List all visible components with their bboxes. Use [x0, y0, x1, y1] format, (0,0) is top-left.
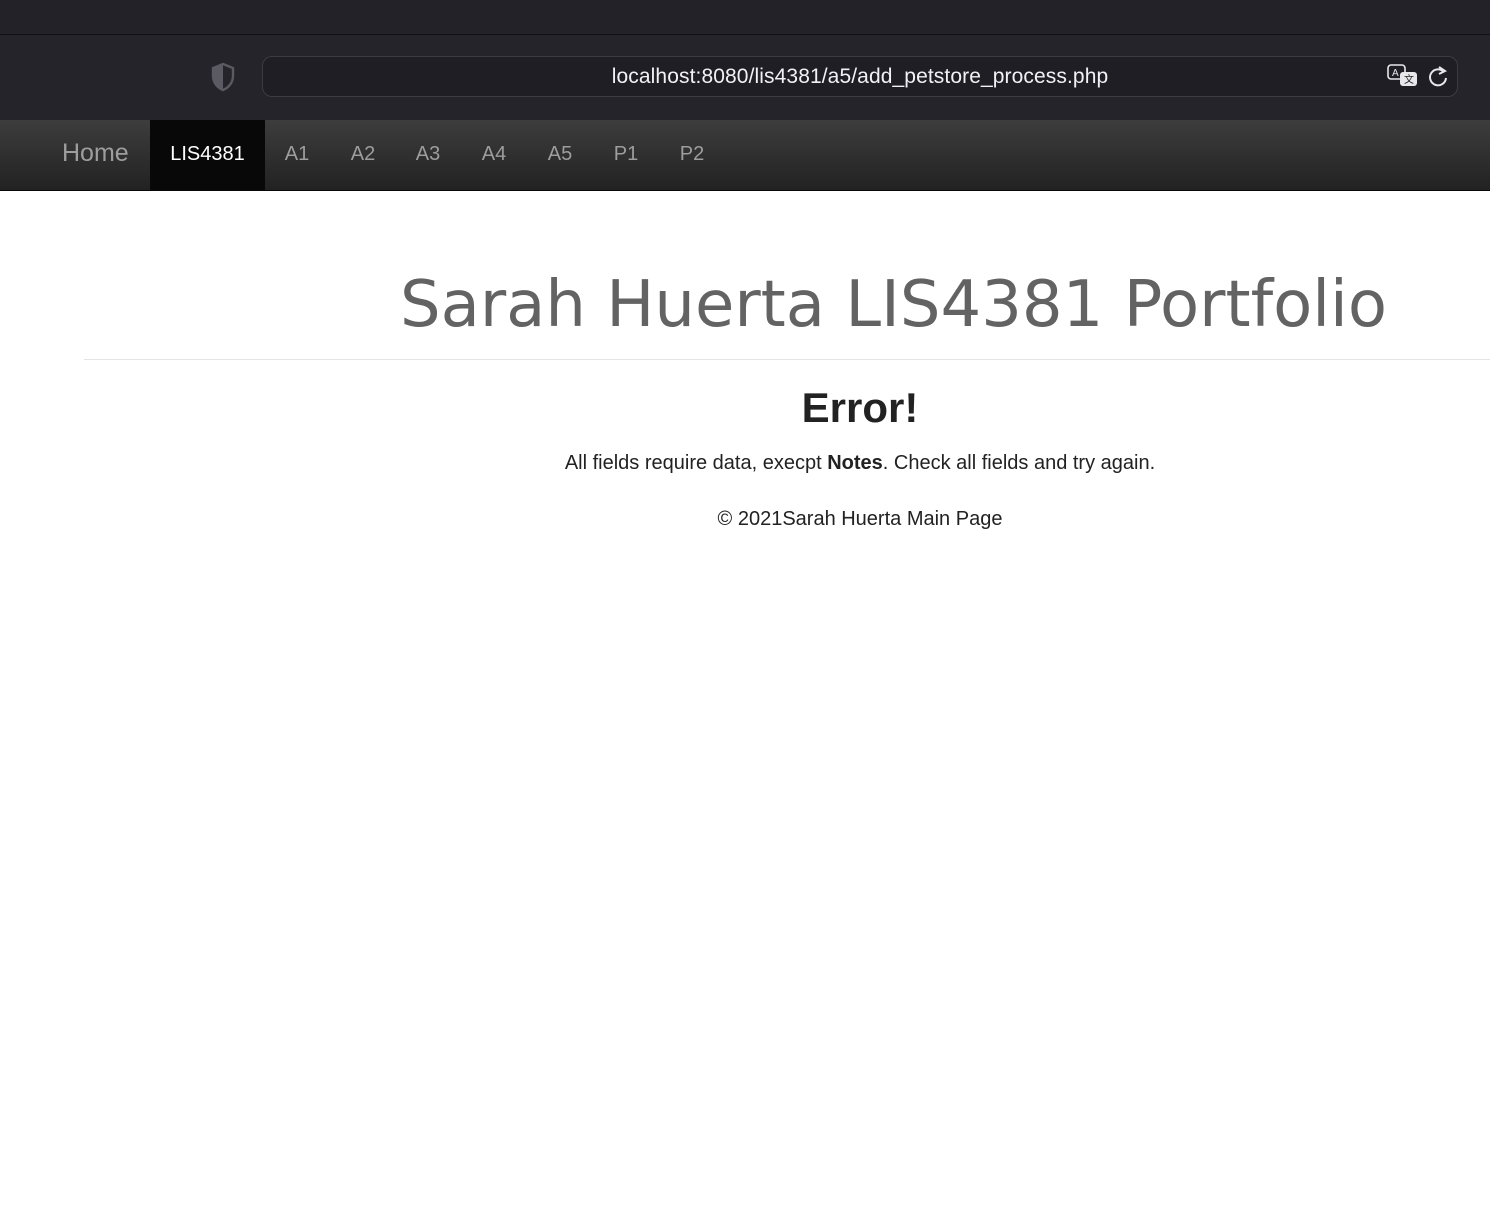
nav-item-p1[interactable]: P1	[599, 120, 653, 190]
svg-text:A: A	[1392, 68, 1399, 79]
svg-text:文: 文	[1404, 73, 1414, 86]
site-navbar: Home LIS4381 A1 A2 A3 A4 A5 P1 P2	[0, 120, 1490, 191]
error-message: All fields require data, execpt Notes. C…	[0, 452, 1490, 475]
nav-item-a2[interactable]: A2	[336, 120, 390, 190]
shield-icon[interactable]	[210, 62, 236, 92]
nav-item-lis4381[interactable]: LIS4381	[150, 120, 265, 190]
nav-item-p2[interactable]: P2	[665, 120, 719, 190]
nav-item-a5[interactable]: A5	[533, 120, 587, 190]
footer-copyright: © 2021Sarah Huerta Main Page	[717, 508, 1003, 530]
divider	[84, 359, 1490, 360]
nav-item-a1[interactable]: A1	[270, 120, 324, 190]
nav-brand-home[interactable]: Home	[62, 139, 129, 168]
error-message-suffix: . Check all fields and try again.	[882, 452, 1156, 474]
reload-icon[interactable]	[1427, 64, 1449, 88]
error-heading: Error!	[801, 384, 919, 431]
error-message-prefix: All fields require data, execpt	[564, 452, 828, 474]
window-titlebar	[0, 0, 1490, 35]
address-bar[interactable]: localhost:8080/lis4381/a5/add_petstore_p…	[262, 56, 1458, 97]
error-message-notes: Notes	[827, 452, 883, 474]
nav-item-a4[interactable]: A4	[467, 120, 521, 190]
nav-item-a3[interactable]: A3	[401, 120, 455, 190]
address-bar-url[interactable]: localhost:8080/lis4381/a5/add_petstore_p…	[263, 65, 1457, 89]
page-title: Sarah Huerta LIS4381 Portfolio	[400, 268, 1387, 342]
translate-icon[interactable]: A 文	[1387, 64, 1419, 88]
